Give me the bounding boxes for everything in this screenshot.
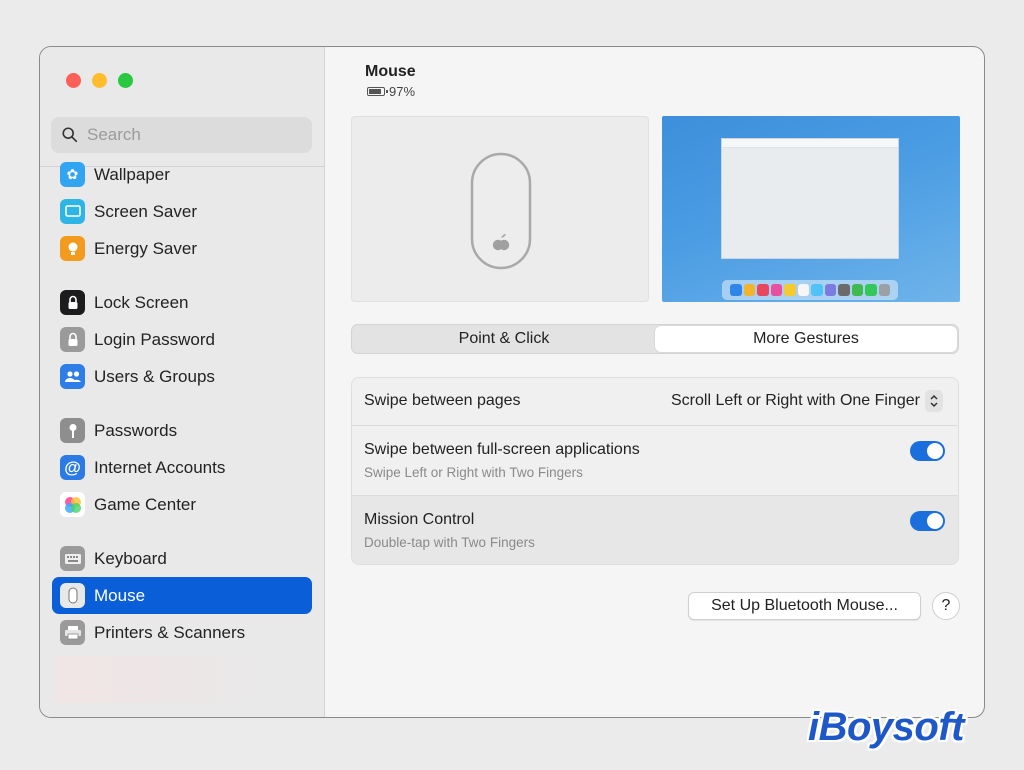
dock-app-icon xyxy=(851,284,863,296)
sidebar-item-screen-saver[interactable]: Screen Saver xyxy=(52,193,312,230)
dock-app-icon xyxy=(743,284,755,296)
sidebar-item-label: Game Center xyxy=(94,494,197,514)
dock-app-icon xyxy=(797,284,809,296)
magic-mouse-illustration xyxy=(470,152,532,270)
login-password-icon xyxy=(60,327,85,352)
dock-app-icon xyxy=(811,284,823,296)
sidebar-item-login-password[interactable]: Login Password xyxy=(52,321,312,358)
battery-level: 97% xyxy=(389,84,416,99)
sidebar-item-label: Wallpaper xyxy=(94,164,170,184)
main-pane: Mouse 97% Point & Click More Gestures Sw… xyxy=(325,47,984,717)
dock-app-icon xyxy=(824,284,836,296)
sidebar-item-label: Energy Saver xyxy=(94,238,197,258)
sidebar-item-label: Internet Accounts xyxy=(94,457,226,477)
blurred-sidebar-item xyxy=(56,656,259,703)
sidebar-item-printers-scanners[interactable]: Printers & Scanners xyxy=(52,614,312,651)
watermark-logo: iBoysoft xyxy=(808,705,965,749)
printer-icon xyxy=(60,620,85,645)
up-down-chevron-icon xyxy=(925,390,943,412)
mouse-preview xyxy=(351,116,649,302)
setting-row-swipe-pages: Swipe between pages Scroll Left or Right… xyxy=(352,378,958,426)
sidebar-item-wallpaper[interactable]: ✿ Wallpaper xyxy=(52,156,312,193)
sidebar-item-mouse[interactable]: Mouse xyxy=(52,577,312,614)
mouse-icon xyxy=(60,583,85,608)
dock-app-icon xyxy=(838,284,850,296)
setup-bluetooth-mouse-button[interactable]: Set Up Bluetooth Mouse... xyxy=(688,592,921,620)
wallpaper-icon: ✿ xyxy=(60,162,85,187)
page-title: Mouse xyxy=(365,63,416,80)
sidebar-item-passwords[interactable]: Passwords xyxy=(52,412,312,449)
screen-saver-icon xyxy=(60,199,85,224)
game-center-icon xyxy=(60,492,85,517)
select-value: Scroll Left or Right with One Finger xyxy=(671,392,920,409)
sidebar-item-label: Keyboard xyxy=(94,548,167,568)
gesture-settings-group: Swipe between pages Scroll Left or Right… xyxy=(351,377,959,565)
sidebar-item-label: Lock Screen xyxy=(94,292,189,312)
gesture-preview xyxy=(662,116,960,302)
sidebar-item-label: Passwords xyxy=(94,420,178,440)
sidebar-item-keyboard[interactable]: Keyboard xyxy=(52,540,312,577)
setting-label: Mission Control xyxy=(364,511,475,528)
sidebar-item-internet-accounts[interactable]: @ Internet Accounts xyxy=(52,449,312,486)
battery-status: 97% xyxy=(367,84,415,99)
minimize-button[interactable] xyxy=(92,73,107,88)
users-groups-icon xyxy=(60,364,85,389)
setting-sublabel: Double-tap with Two Fingers xyxy=(364,535,535,550)
search-input[interactable] xyxy=(87,125,287,145)
help-button[interactable]: ? xyxy=(932,592,960,620)
internet-accounts-icon: @ xyxy=(60,455,85,480)
dock-app-icon xyxy=(730,284,742,296)
system-settings-window: ✿ Wallpaper Screen Saver Energy Saver xyxy=(39,46,985,718)
keyboard-icon xyxy=(60,546,85,571)
sidebar-item-users-groups[interactable]: Users & Groups xyxy=(52,358,312,395)
dock-app-icon xyxy=(784,284,796,296)
sidebar-list: ✿ Wallpaper Screen Saver Energy Saver Lo… xyxy=(52,156,312,651)
tab-bar: Point & Click More Gestures xyxy=(351,324,959,354)
sidebar-item-label: Screen Saver xyxy=(94,201,197,221)
setting-row-mission-control: Mission Control Double-tap with Two Fing… xyxy=(352,496,958,564)
sidebar-item-label: Mouse xyxy=(94,585,146,605)
tab-more-gestures[interactable]: More Gestures xyxy=(655,326,957,352)
setting-label: Swipe between full-screen applications xyxy=(364,441,640,458)
lock-screen-icon xyxy=(60,290,85,315)
preview-window xyxy=(721,138,899,259)
sidebar-item-label: Printers & Scanners xyxy=(94,622,246,642)
search-icon xyxy=(62,127,78,143)
dock-app-icon xyxy=(757,284,769,296)
sidebar: ✿ Wallpaper Screen Saver Energy Saver xyxy=(40,47,325,717)
sidebar-item-lock-screen[interactable]: Lock Screen xyxy=(52,284,312,321)
dock-app-icon xyxy=(878,284,890,296)
battery-icon xyxy=(367,87,388,96)
mission-control-toggle[interactable] xyxy=(910,511,945,531)
preview-dock xyxy=(722,280,898,300)
energy-saver-icon xyxy=(60,236,85,261)
close-button[interactable] xyxy=(66,73,81,88)
setting-sublabel: Swipe Left or Right with Two Fingers xyxy=(364,465,583,480)
dock-app-icon xyxy=(865,284,877,296)
tab-point-click[interactable]: Point & Click xyxy=(353,326,655,352)
sidebar-item-energy-saver[interactable]: Energy Saver xyxy=(52,230,312,267)
search-field[interactable] xyxy=(51,117,312,153)
setting-label: Swipe between pages xyxy=(364,392,521,409)
sidebar-item-label: Users & Groups xyxy=(94,366,215,386)
swipe-pages-select[interactable]: Scroll Left or Right with One Finger xyxy=(671,390,943,412)
maximize-button[interactable] xyxy=(118,73,133,88)
setting-row-swipe-fullscreen: Swipe between full-screen applications S… xyxy=(352,426,958,496)
sidebar-item-game-center[interactable]: Game Center xyxy=(52,486,312,523)
swipe-fullscreen-toggle[interactable] xyxy=(910,441,945,461)
sidebar-item-label: Login Password xyxy=(94,329,215,349)
dock-app-icon xyxy=(770,284,782,296)
passwords-icon xyxy=(60,418,85,443)
window-controls xyxy=(66,73,133,88)
